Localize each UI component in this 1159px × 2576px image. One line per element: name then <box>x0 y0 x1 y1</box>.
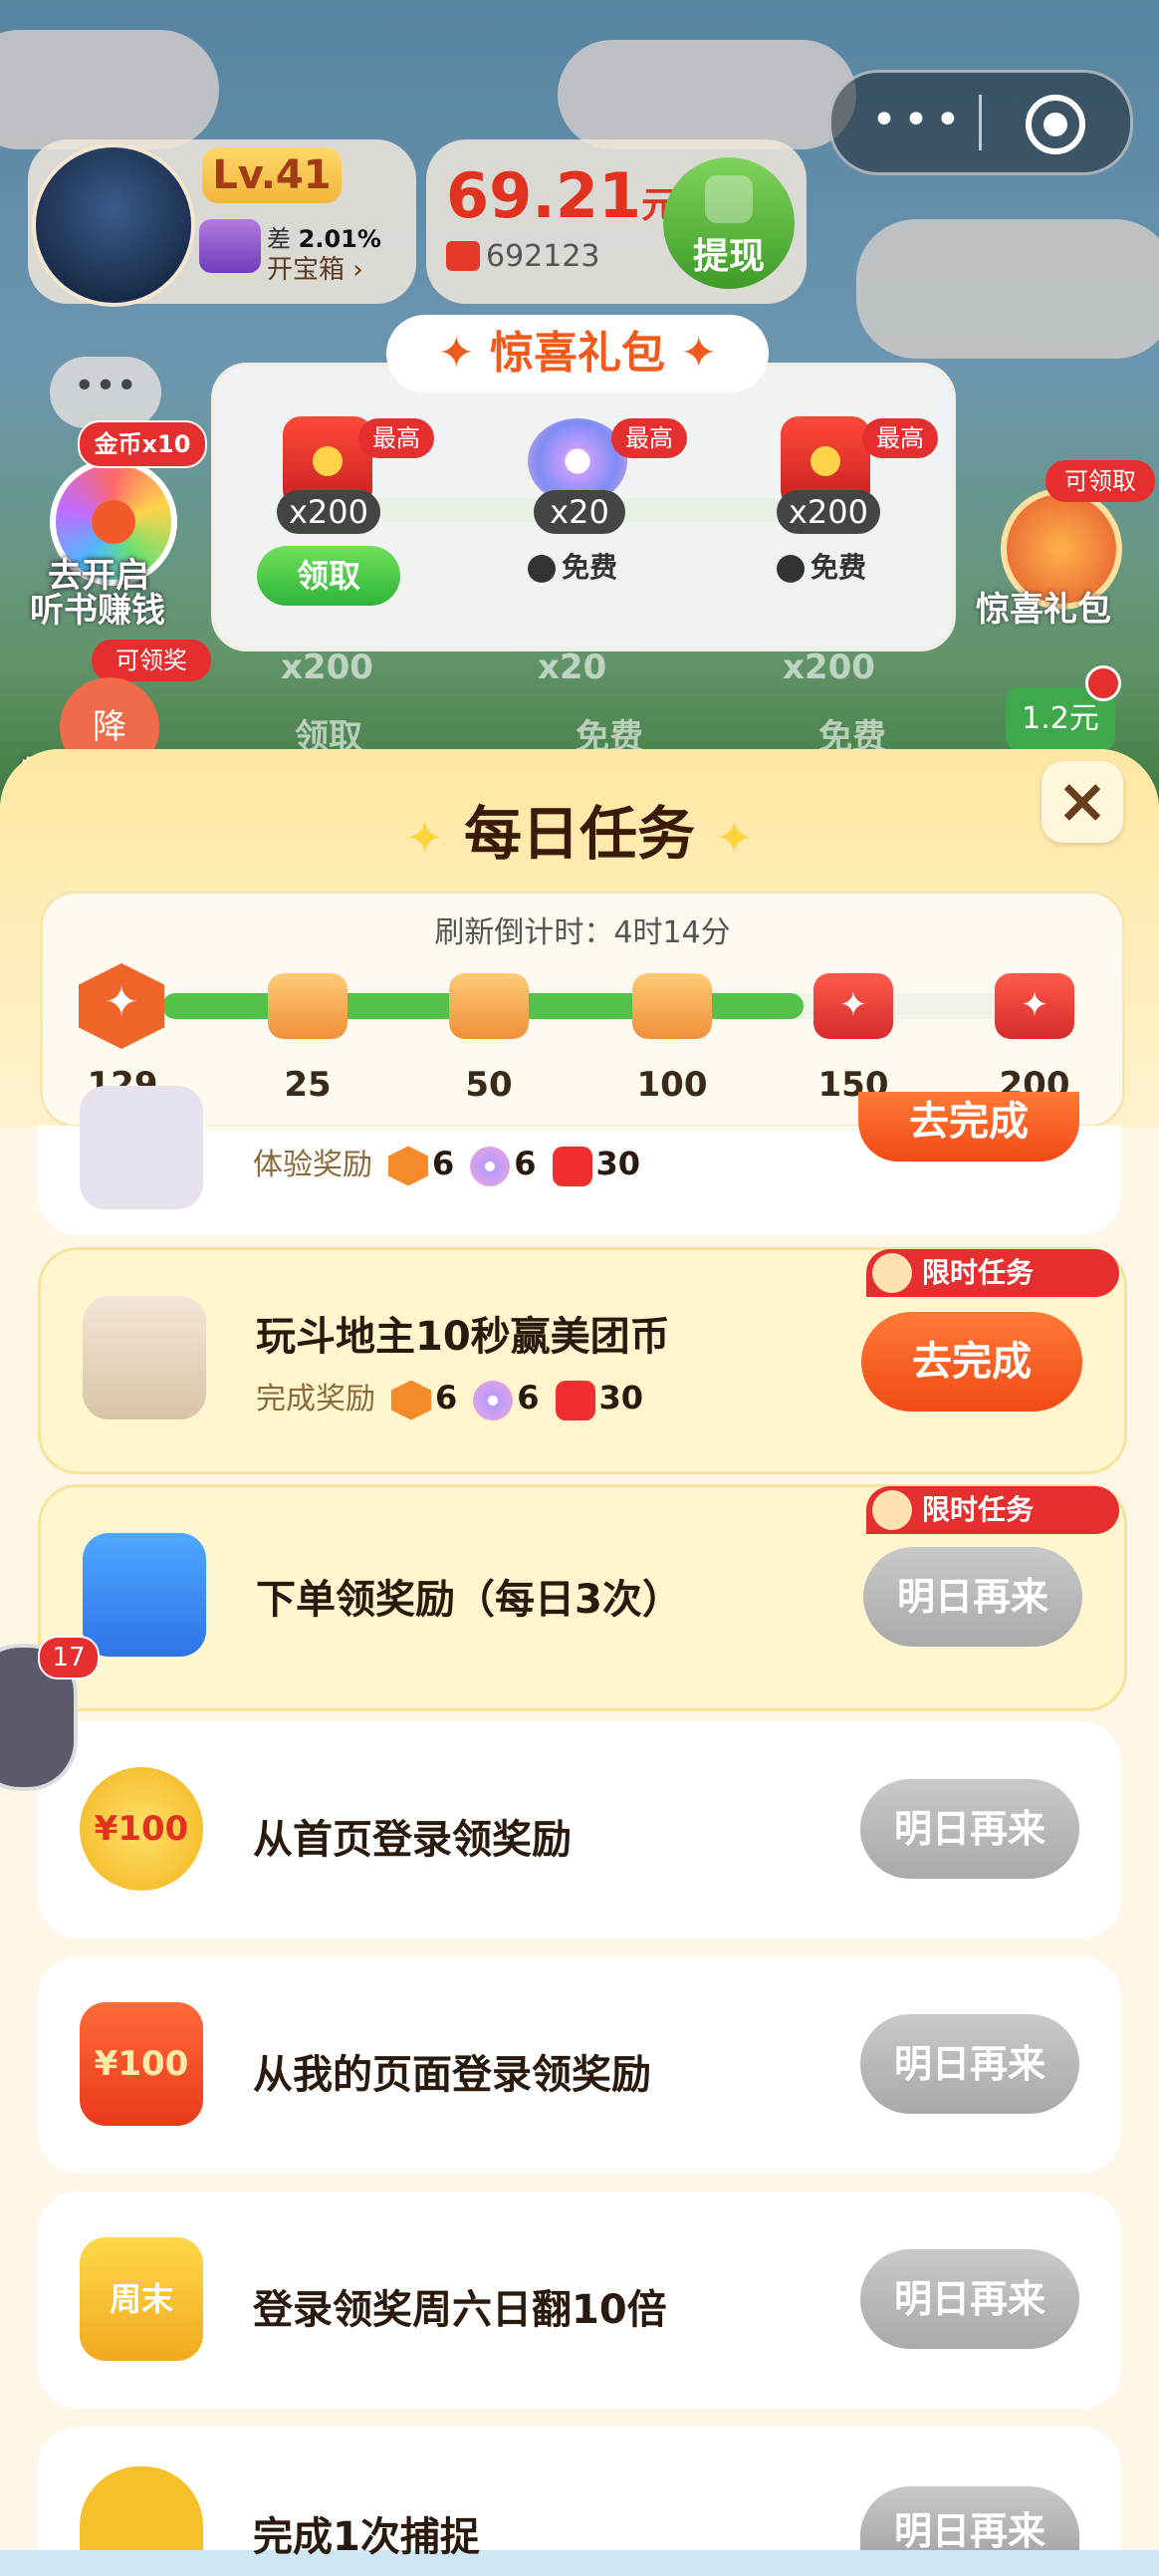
reward-row: 体验奖励 6 6 30 <box>253 1140 640 1186</box>
go-complete-button[interactable]: 去完成 <box>858 1092 1079 1161</box>
go-open-label[interactable]: 去开启 <box>48 548 149 597</box>
task-card: ¥100 从首页登录领奖励 明日再来 <box>38 1721 1121 1938</box>
claim-button[interactable]: 领取 <box>257 546 400 606</box>
limited-time-tag: 限时任务 <box>866 1486 1119 1534</box>
balance-card[interactable]: 69.21元 692123 提现 <box>426 139 807 304</box>
avatar[interactable] <box>32 143 195 307</box>
more-dots-icon[interactable]: ••• <box>871 99 961 142</box>
task-card: ¥100 从我的页面登录领奖励 明日再来 <box>38 1956 1121 2174</box>
reward-row: 完成奖励 6 6 30 <box>256 1374 643 1420</box>
task-card: 周末 登录领奖周六日翻10倍 明日再来 <box>38 2191 1121 2409</box>
cash-balance: 69.21元 <box>446 159 678 232</box>
withdraw-button[interactable]: 提现 <box>663 157 795 289</box>
popup-title: ✦ 惊喜礼包 ✦ <box>437 328 718 379</box>
red-packet-icon <box>555 1380 595 1420</box>
task-name: 玩斗地主10秒赢美团币 <box>256 1314 670 1360</box>
ghost-qty: x200 <box>281 647 373 687</box>
level-badge: Lv.41 <box>202 147 342 203</box>
red-packet-icon <box>446 241 480 271</box>
notification-dot <box>1085 665 1121 701</box>
chest-opened-icon[interactable] <box>632 973 712 1039</box>
clock-icon <box>872 1490 912 1530</box>
gift-qty: x200 <box>277 490 380 534</box>
free-label[interactable]: 免费 <box>528 546 617 586</box>
mini-program-capsule: ••• <box>828 70 1133 175</box>
gem-icon <box>470 1146 511 1186</box>
limited-time-tag: 限时任务 <box>866 1249 1119 1297</box>
red-packet-icon <box>552 1146 592 1186</box>
surprise-gift-label[interactable]: 惊喜礼包 <box>976 582 1111 631</box>
helmet-icon <box>80 2466 203 2550</box>
task-name: 从首页登录领奖励 <box>253 1817 572 1863</box>
max-tag: 最高 <box>862 418 938 458</box>
profile-card[interactable]: Lv.41 差 2.01% 开宝箱 › <box>28 139 416 307</box>
shopping-bag-icon <box>83 1533 206 1657</box>
come-tomorrow-button[interactable]: 明日再来 <box>860 2486 1079 2553</box>
task-card: 体验奖励 6 6 30 去完成 <box>38 1086 1121 1235</box>
chest-opened-icon[interactable] <box>268 973 348 1039</box>
task-name: 完成1次捕捉 <box>253 2514 480 2560</box>
coin-reward-badge: 金币x10 <box>78 420 207 468</box>
lock-icon <box>528 555 556 583</box>
ghost-qty: x200 <box>783 647 875 687</box>
refresh-countdown: 刷新倒计时：4时14分 <box>434 915 731 950</box>
points-icon <box>79 963 164 1049</box>
coupon-100-icon: ¥100 <box>80 1767 203 1891</box>
go-complete-button[interactable]: 去完成 <box>861 1312 1082 1412</box>
come-tomorrow-button[interactable]: 明日再来 <box>860 2249 1079 2349</box>
sparkle-icon: ✦ <box>405 811 444 865</box>
open-chest-label[interactable]: 开宝箱 › <box>267 249 363 286</box>
lock-icon <box>777 555 805 583</box>
gift-qty: x200 <box>777 490 880 534</box>
capsule-divider <box>979 95 982 150</box>
can-claim-badge: 可领取 <box>1045 460 1155 502</box>
treasure-chest-icon[interactable] <box>199 219 261 273</box>
close-icon[interactable]: × <box>1042 761 1123 843</box>
unread-badge: 17 <box>38 1636 100 1679</box>
free-label[interactable]: 免费 <box>777 546 866 586</box>
task-name: 登录领奖周六日翻10倍 <box>253 2287 667 2333</box>
coin-count: 692123 <box>486 239 600 274</box>
task-name: 从我的页面登录领奖励 <box>253 2052 651 2098</box>
weekend-calendar-icon: 周末 <box>80 2237 203 2361</box>
chest-opened-icon[interactable] <box>449 973 529 1039</box>
sparkle-icon: ✦ <box>715 811 754 865</box>
task-name: 下单领奖励（每日3次） <box>256 1577 682 1623</box>
come-tomorrow-button[interactable]: 明日再来 <box>863 1547 1082 1647</box>
max-tag: 最高 <box>611 418 687 458</box>
target-icon[interactable] <box>1026 95 1085 154</box>
max-tag: 最高 <box>358 418 434 458</box>
chat-bubble-icon[interactable]: ••• <box>50 357 161 428</box>
popup-title-tab: ✦ 惊喜礼包 ✦ <box>386 315 769 392</box>
mascot-icon <box>80 1086 203 1209</box>
come-tomorrow-button[interactable]: 明日再来 <box>860 1779 1079 1879</box>
chevron-right-icon: › <box>352 255 363 285</box>
gem-icon <box>473 1380 514 1420</box>
come-tomorrow-button[interactable]: 明日再来 <box>860 2014 1079 2114</box>
task-card: 完成1次捕捉 明日再来 <box>38 2427 1121 2560</box>
wallet-icon <box>705 175 753 223</box>
chest-locked-icon[interactable] <box>813 973 893 1039</box>
coupon-100-icon: ¥100 <box>80 2002 203 2126</box>
poker-cards-icon <box>83 1296 206 1419</box>
panel-title: ✦ 每日任务 ✦ <box>405 800 754 868</box>
chest-locked-icon[interactable] <box>995 973 1074 1039</box>
milestone-label: 25 <box>284 1065 332 1105</box>
ghost-qty: x20 <box>538 647 607 687</box>
milestone-label: 100 <box>636 1065 708 1105</box>
gift-qty: x20 <box>534 490 625 534</box>
clock-icon <box>872 1253 912 1293</box>
star-coin-icon <box>391 1380 431 1420</box>
star-coin-icon <box>388 1146 428 1186</box>
can-claim-badge: 可领奖 <box>92 640 211 681</box>
milestone-label: 50 <box>465 1065 513 1105</box>
